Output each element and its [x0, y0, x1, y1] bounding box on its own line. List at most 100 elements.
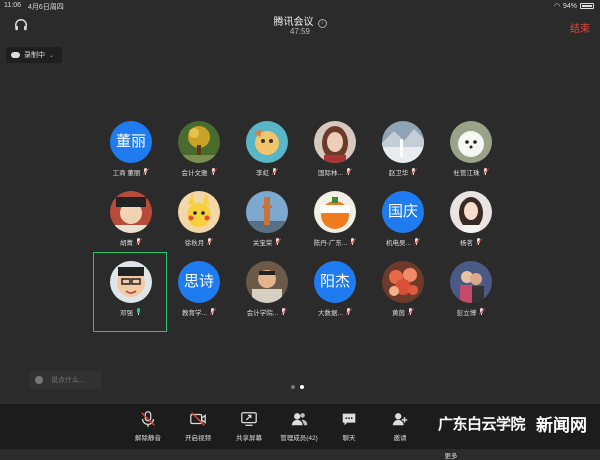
participant-name: 杜管江珠: [453, 170, 480, 177]
mic-muted-icon: [142, 168, 150, 176]
mic-muted-icon: [410, 168, 418, 176]
add-user-icon: [392, 413, 408, 426]
mic-muted-icon: [413, 238, 421, 246]
participant-tile[interactable]: 董丽 工商 董丽: [96, 121, 166, 185]
participant-name: 会计文雅: [181, 170, 208, 177]
share-screen-button[interactable]: 共享屏幕: [224, 410, 274, 442]
participant-name: 陈丹-广东...: [313, 240, 348, 247]
participant-tile[interactable]: 会计学院...: [232, 261, 302, 325]
avatar: [178, 191, 220, 233]
battery-percent: 94%: [562, 2, 577, 10]
participant-name: 胡菁: [120, 240, 133, 247]
participant-tile[interactable]: 徐秋月: [164, 191, 234, 255]
wifi-icon: ◠: [553, 3, 560, 10]
participant-name: 邓强: [120, 310, 133, 317]
watermark-news: 新闻网: [536, 416, 587, 436]
mic-muted-icon: [482, 168, 489, 176]
participant-tile-active[interactable]: 邓强: [93, 252, 167, 332]
end-meeting-button[interactable]: 结束: [570, 20, 590, 35]
participant-name: 彭立博: [456, 310, 477, 317]
participant-tile[interactable]: 胡菁: [96, 191, 166, 255]
participant-tile[interactable]: 国庆 机电吴...: [368, 191, 438, 255]
mic-muted-icon: [210, 168, 217, 176]
manage-members-button[interactable]: 管理成员(42): [274, 410, 324, 442]
participant-tile[interactable]: 黄茵: [368, 261, 438, 325]
participant-tile[interactable]: 赵卫华: [368, 121, 438, 185]
avatar: [314, 121, 356, 163]
mic-muted-icon: [271, 168, 279, 176]
avatar: [110, 261, 152, 303]
participant-tile[interactable]: 会计文雅: [164, 121, 234, 185]
participant-name: 李虹: [256, 170, 269, 177]
participant-name: 徐秋月: [184, 240, 205, 247]
recording-badge[interactable]: 录制中 ⌄: [6, 47, 62, 63]
participant-tile[interactable]: 国际林...: [300, 121, 370, 185]
chat-input-box[interactable]: [30, 371, 102, 389]
chat-label: 聊天: [342, 435, 356, 442]
chat-icon: [342, 413, 356, 426]
avatar: [450, 261, 492, 303]
page-indicator: [291, 385, 304, 389]
meeting-title[interactable]: 腾讯会议 i: [0, 13, 600, 28]
meeting-header: 腾讯会议 i 47:59 结束: [0, 10, 600, 40]
participant-tile[interactable]: 关宝荣: [232, 191, 302, 255]
avatar: [246, 261, 288, 303]
avatar: 思诗: [178, 261, 220, 303]
chevron-down-icon: ⌄: [49, 52, 55, 59]
status-time: 11:06: [4, 2, 21, 9]
mic-muted-icon: [345, 168, 353, 176]
mic-muted-icon: [475, 238, 483, 246]
avatar: [382, 121, 424, 163]
participant-tile[interactable]: 思诗 教育学...: [164, 261, 234, 325]
avatar: 阳杰: [314, 261, 356, 303]
mic-muted-icon: [407, 308, 415, 316]
participant-name: 机电吴...: [386, 240, 411, 247]
emoji-icon[interactable]: [35, 376, 43, 384]
manage-members-label: 管理成员(42): [280, 435, 318, 442]
participant-tile[interactable]: 李虹: [232, 121, 302, 185]
recording-label: 录制中: [24, 52, 45, 59]
participant-tile[interactable]: 彭立博: [436, 261, 506, 325]
participant-tile[interactable]: 阳杰 大数据...: [300, 261, 370, 325]
mic-muted-icon: [478, 308, 486, 316]
avatar: 国庆: [382, 191, 424, 233]
mic-muted-icon: [206, 238, 214, 246]
chat-button[interactable]: 聊天: [324, 410, 374, 442]
participant-name: 赵卫华: [388, 170, 409, 177]
unmute-button[interactable]: 解除静音: [123, 410, 173, 442]
chat-input[interactable]: [49, 375, 101, 385]
invite-button[interactable]: 邀请: [375, 410, 425, 442]
status-right: ◠ 94%: [554, 2, 594, 10]
watermark-school: 广东白云学院: [438, 415, 526, 433]
mic-on-icon: [135, 308, 142, 316]
members-icon: [291, 413, 308, 426]
page-dot[interactable]: [291, 385, 295, 389]
participant-tile[interactable]: 杨茗: [436, 191, 506, 255]
avatar: [246, 191, 288, 233]
participant-name: 国际林...: [318, 170, 343, 177]
mic-muted-icon: [345, 308, 353, 316]
avatar: [178, 121, 220, 163]
avatar: [382, 261, 424, 303]
participant-name: 杨茗: [460, 240, 473, 247]
participant-tile[interactable]: 陈丹-广东...: [300, 191, 370, 255]
avatar: [450, 191, 492, 233]
mic-muted-icon: [349, 238, 357, 246]
mic-muted-icon: [274, 238, 282, 246]
page-dot-active[interactable]: [300, 385, 304, 389]
battery-icon: [580, 3, 594, 9]
avatar: [246, 121, 288, 163]
start-video-label: 开启视频: [185, 435, 211, 442]
cloud-icon: [11, 52, 20, 58]
participant-name: 教育学...: [182, 310, 207, 317]
avatar: [314, 191, 356, 233]
participant-name: 大数据...: [318, 310, 343, 317]
mic-muted-icon: [141, 411, 155, 428]
start-video-button[interactable]: 开启视频: [173, 410, 223, 442]
participant-name: 会计学院...: [246, 310, 279, 317]
participant-name: 工商 董丽: [112, 170, 141, 177]
mic-muted-icon: [280, 308, 288, 316]
participant-tile[interactable]: 杜管江珠: [436, 121, 506, 185]
avatar: [110, 191, 152, 233]
mic-muted-icon: [135, 238, 143, 246]
